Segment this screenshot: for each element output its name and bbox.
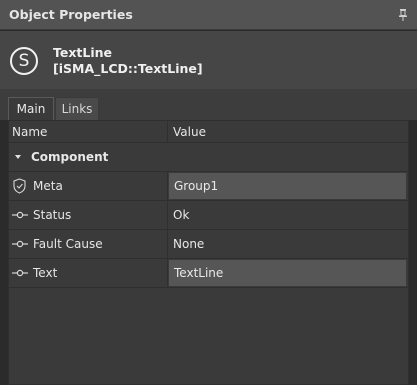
property-value-field[interactable]: Group1 [174, 179, 218, 193]
property-name: Text [33, 266, 58, 280]
tab-main[interactable]: Main [8, 97, 54, 120]
property-row-meta[interactable]: Meta Group1 [9, 172, 408, 201]
property-row-status[interactable]: Status Ok [9, 201, 408, 230]
property-row-text[interactable]: Text TextLine [9, 259, 408, 288]
group-row-component[interactable]: Component [9, 143, 408, 172]
property-name: Fault Cause [33, 237, 103, 251]
slot-icon [12, 269, 28, 277]
column-header-value[interactable]: Value [168, 121, 408, 142]
property-name: Status [33, 208, 72, 222]
grid-header-row: Name Value [9, 121, 408, 143]
pin-icon[interactable] [398, 9, 408, 21]
panel-title: Object Properties [9, 7, 133, 22]
tab-bar: Main Links [0, 89, 417, 120]
object-name: TextLine [53, 45, 113, 60]
column-header-name[interactable]: Name [9, 121, 168, 142]
property-grid: Name Value Component Meta Group1 Status [8, 120, 409, 385]
slot-icon [12, 240, 28, 248]
object-type-icon: S [10, 47, 38, 75]
shield-icon [13, 178, 26, 194]
property-value-field[interactable]: TextLine [174, 266, 223, 280]
slot-icon [12, 211, 28, 219]
property-value: None [173, 237, 205, 251]
object-type: [iSMA_LCD::TextLine] [53, 61, 203, 76]
group-label: Component [31, 150, 109, 164]
property-value: Ok [173, 208, 190, 222]
chevron-down-icon[interactable] [15, 155, 21, 159]
property-row-fault-cause[interactable]: Fault Cause None [9, 230, 408, 259]
object-header: S TextLine [iSMA_LCD::TextLine] [0, 31, 417, 89]
tab-links[interactable]: Links [55, 97, 99, 120]
property-name: Meta [33, 179, 63, 193]
panel-title-bar: Object Properties [0, 0, 417, 30]
